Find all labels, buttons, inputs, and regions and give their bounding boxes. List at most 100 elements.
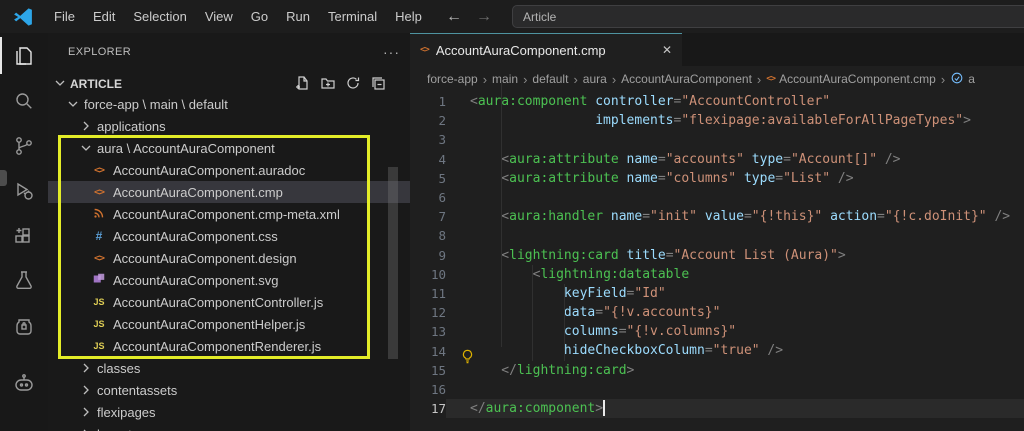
tab-accountauracomponent-cmp[interactable]: <> AccountAuraComponent.cmp ✕ xyxy=(410,33,682,66)
collapse-all-icon[interactable] xyxy=(370,75,386,94)
tree-item[interactable]: JS AccountAuraComponentHelper.js xyxy=(48,313,410,335)
explorer-icon[interactable] xyxy=(0,33,48,78)
code-line[interactable]: 5 <aura:attribute name="columns" type="L… xyxy=(410,169,1024,188)
text-cursor xyxy=(603,400,605,416)
breadcrumb-separator: › xyxy=(756,71,762,87)
tree-item[interactable]: AccountAuraComponent.svg xyxy=(48,269,410,291)
tab-close-icon[interactable]: ✕ xyxy=(648,43,672,57)
breadcrumb-item[interactable]: force-app xyxy=(427,72,478,86)
code-line-content: <aura:handler name="init" value="{!this}… xyxy=(470,209,1011,225)
line-number: 2 xyxy=(438,113,446,129)
breadcrumb-item[interactable]: aura xyxy=(583,72,607,86)
code-line[interactable]: 16 xyxy=(410,380,1024,399)
menu-item-view[interactable]: View xyxy=(196,9,242,24)
menu-item-file[interactable]: File xyxy=(45,9,84,24)
org-browser-icon[interactable] xyxy=(0,303,48,348)
code-line[interactable]: 17 </aura:component> xyxy=(410,399,1024,419)
breadcrumb-item[interactable]: <> AccountAuraComponent.cmp xyxy=(766,72,936,86)
breadcrumb-separator: › xyxy=(482,71,488,87)
tree-item-label: layouts xyxy=(97,427,138,431)
menu-item-edit[interactable]: Edit xyxy=(84,9,124,24)
tree-folder[interactable]: contentassets xyxy=(48,379,410,401)
tree-item-label: aura \ AccountAuraComponent xyxy=(97,140,275,156)
tree-folder[interactable]: classes xyxy=(48,357,410,379)
code-file-icon: <> xyxy=(93,252,105,264)
code-line[interactable]: 14 hideCheckboxColumn="true" /> xyxy=(410,341,1024,360)
code-editor[interactable]: 1 <aura:component controller="AccountCont… xyxy=(410,78,1024,431)
menu-item-selection[interactable]: Selection xyxy=(124,9,195,24)
line-number: 3 xyxy=(438,132,446,148)
new-file-icon[interactable] xyxy=(295,75,311,94)
breadcrumb-item[interactable]: main xyxy=(492,72,518,86)
breadcrumb-separator: › xyxy=(523,71,528,87)
more-actions-icon[interactable]: ··· xyxy=(383,44,400,60)
tree-item-label: AccountAuraComponent.cmp-meta.xml xyxy=(113,206,340,222)
tree-folder[interactable]: flexipages xyxy=(48,401,410,423)
code-line[interactable]: 12 data="{!v.accounts}" xyxy=(410,303,1024,322)
tree-item[interactable]: <> AccountAuraComponent.auradoc xyxy=(48,159,410,181)
code-line[interactable]: 3 xyxy=(410,130,1024,149)
tree-item[interactable]: JS AccountAuraComponentController.js xyxy=(48,291,410,313)
menu-item-terminal[interactable]: Terminal xyxy=(319,9,386,24)
code-line[interactable]: 11 keyField="Id" xyxy=(410,284,1024,303)
indent-guide xyxy=(532,265,533,361)
line-number: 9 xyxy=(438,247,446,263)
chevron-down-icon xyxy=(78,140,94,156)
activity-bar xyxy=(0,33,48,431)
breadcrumb-separator: › xyxy=(573,71,578,87)
code-line[interactable]: 13 columns="{!v.columns}" xyxy=(410,322,1024,341)
code-line-content xyxy=(446,380,1024,399)
breadcrumb-label: a xyxy=(968,72,975,86)
tree-item[interactable]: # AccountAuraComponent.css xyxy=(48,225,410,247)
code-file-icon: <> xyxy=(766,74,776,84)
run-debug-icon[interactable] xyxy=(0,168,48,213)
code-line-content: <lightning:card title="Account List (Aur… xyxy=(470,247,846,263)
breadcrumb-label: main xyxy=(492,72,519,86)
tree-folder[interactable]: applications xyxy=(48,115,410,137)
lightbulb-icon[interactable] xyxy=(460,349,475,364)
refresh-icon[interactable] xyxy=(345,75,361,94)
explorer-sidebar: EXPLORER ··· ARTICLE force-app \ main \ … xyxy=(48,33,410,431)
code-line-content: <aura:component controller="AccountContr… xyxy=(470,94,831,109)
menu-item-go[interactable]: Go xyxy=(242,9,277,24)
extensions-icon[interactable] xyxy=(0,213,48,258)
section-header-article[interactable]: ARTICLE xyxy=(48,73,410,95)
testing-icon[interactable] xyxy=(0,258,48,303)
code-line[interactable]: 10 <lightning:datatable xyxy=(410,265,1024,284)
code-line[interactable]: 8 xyxy=(410,226,1024,245)
line-number: 13 xyxy=(430,324,446,340)
tree-folder[interactable]: aura \ AccountAuraComponent xyxy=(48,137,410,159)
code-line-content: implements="flexipage:availableForAllPag… xyxy=(595,113,971,129)
line-number: 7 xyxy=(438,209,446,225)
breadcrumb-label: AccountAuraComponent.cmp xyxy=(779,72,936,86)
breadcrumb-item[interactable]: default xyxy=(532,72,568,86)
code-line[interactable]: 6 xyxy=(410,188,1024,207)
new-folder-icon[interactable] xyxy=(320,75,336,94)
tree-item[interactable]: <> AccountAuraComponent.design xyxy=(48,247,410,269)
tree-folder[interactable]: force-app \ main \ default xyxy=(48,93,410,115)
tree-folder[interactable]: layouts xyxy=(48,423,410,431)
source-control-icon[interactable] xyxy=(0,123,48,168)
tree-item[interactable]: JS AccountAuraComponentRenderer.js xyxy=(48,335,410,357)
line-number: 6 xyxy=(438,190,446,206)
code-line[interactable]: 4 <aura:attribute name="accounts" type="… xyxy=(410,150,1024,169)
chevron-right-icon xyxy=(78,382,94,398)
tree-item[interactable]: <> AccountAuraComponent.cmp xyxy=(48,181,410,203)
search-icon[interactable] xyxy=(0,78,48,123)
breadcrumb-separator: › xyxy=(611,71,617,87)
breadcrumb-item[interactable]: a xyxy=(950,71,975,88)
code-line[interactable]: 2 implements="flexipage:availableForAllP… xyxy=(410,111,1024,130)
code-line[interactable]: 7 <aura:handler name="init" value="{!thi… xyxy=(410,207,1024,226)
menu-item-run[interactable]: Run xyxy=(277,9,319,24)
breadcrumb-item[interactable]: AccountAuraComponent xyxy=(621,72,752,86)
code-line[interactable]: 9 <lightning:card title="Account List (A… xyxy=(410,246,1024,265)
code-line-content: <aura:attribute name="accounts" type="Ac… xyxy=(470,151,901,167)
tree-item-label: AccountAuraComponent.css xyxy=(113,228,278,244)
sidebar-scrollbar[interactable] xyxy=(388,167,398,359)
code-line[interactable]: 1 <aura:component controller="AccountCont… xyxy=(410,92,1024,111)
code-line[interactable]: 15 </lightning:card> xyxy=(410,361,1024,380)
einstein-icon[interactable] xyxy=(0,360,48,405)
tree-item-label: AccountAuraComponentRenderer.js xyxy=(113,338,322,354)
js-file-icon: JS xyxy=(93,341,105,351)
tree-item[interactable]: AccountAuraComponent.cmp-meta.xml xyxy=(48,203,410,225)
